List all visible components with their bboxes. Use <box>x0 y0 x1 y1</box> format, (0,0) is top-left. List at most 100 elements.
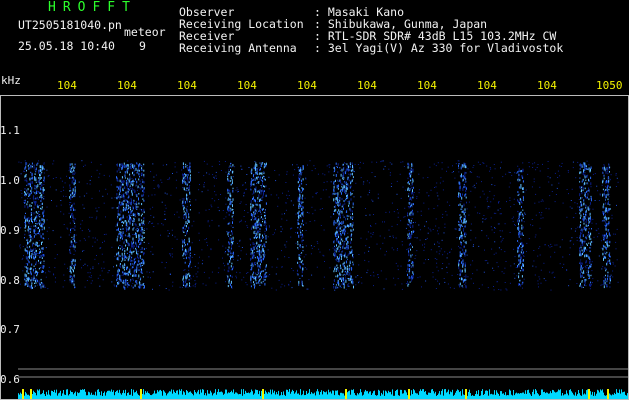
signal-pixel <box>334 279 335 282</box>
signal-pixel <box>580 164 582 168</box>
noise-pixel <box>348 282 350 284</box>
noise-pixel <box>111 281 113 283</box>
signal-pixel <box>74 179 76 183</box>
signal-pixel <box>43 188 45 191</box>
signal-pixel <box>462 279 464 283</box>
noise-pixel <box>174 162 176 164</box>
noise-pixel <box>530 224 531 226</box>
signal-pixel <box>602 234 604 237</box>
noise-pixel <box>213 185 215 187</box>
signal-pixel <box>35 255 37 259</box>
signal-pixel <box>187 230 188 232</box>
signal-pixel <box>518 222 519 226</box>
signal-pixel <box>35 219 37 222</box>
signal-pixel <box>464 233 465 236</box>
signal-pixel <box>581 180 583 183</box>
signal-pixel <box>605 246 607 250</box>
signal-pixel <box>183 214 185 217</box>
signal-pixel <box>585 204 587 207</box>
signal-pixel <box>130 214 132 216</box>
signal-pixel <box>585 228 587 232</box>
signal-pixel <box>298 207 300 209</box>
signal-pixel <box>465 282 467 284</box>
signal-pixel <box>609 279 611 282</box>
noise-pixel <box>312 196 314 198</box>
noise-pixel <box>330 216 332 218</box>
noise-pixel <box>172 234 173 236</box>
noise-pixel <box>374 176 376 178</box>
signal-pixel <box>589 250 591 253</box>
noise-pixel <box>167 235 169 237</box>
signal-pixel <box>143 220 145 222</box>
noise-pixel <box>240 250 242 252</box>
signal-pixel <box>257 173 259 175</box>
signal-pixel <box>344 268 346 270</box>
signal-pixel <box>133 250 135 252</box>
noise-pixel <box>239 221 240 223</box>
noise-pixel <box>222 210 224 211</box>
signal-pixel <box>350 169 352 172</box>
noise-pixel <box>86 192 88 194</box>
signal-pixel <box>230 210 231 213</box>
noise-pixel <box>305 230 307 231</box>
signal-pixel <box>259 169 261 171</box>
signal-pixel <box>347 284 349 287</box>
noise-pixel <box>397 269 399 271</box>
signal-pixel <box>521 248 523 251</box>
signal-pixel <box>136 207 138 210</box>
noise-pixel <box>586 160 588 162</box>
signal-pixel <box>579 269 581 272</box>
noise-pixel <box>440 177 442 179</box>
noise-pixel <box>550 256 552 258</box>
noise-pixel <box>218 199 220 200</box>
signal-pixel <box>257 250 259 252</box>
signal-pixel <box>40 177 42 179</box>
signal-pixel <box>255 210 257 212</box>
noise-pixel <box>91 176 92 178</box>
signal-pixel <box>579 250 581 253</box>
noise-pixel <box>64 280 66 282</box>
noise-pixel <box>304 197 306 199</box>
signal-pixel <box>607 184 609 187</box>
noise-pixel <box>599 193 601 195</box>
signal-pixel <box>126 252 128 254</box>
signal-pixel <box>27 228 29 232</box>
signal-pixel <box>605 221 607 224</box>
noise-pixel <box>310 253 312 255</box>
signal-pixel <box>412 224 414 228</box>
noise-pixel <box>54 257 56 259</box>
signal-pixel <box>189 163 191 166</box>
noise-pixel <box>424 243 426 245</box>
signal-pixel <box>259 204 261 208</box>
noise-pixel <box>224 252 226 254</box>
signal-pixel <box>182 187 184 189</box>
noise-pixel <box>513 273 515 275</box>
noise-pixel <box>532 167 534 168</box>
noise-pixel <box>65 196 67 197</box>
signal-pixel <box>183 197 185 201</box>
signal-pixel <box>256 256 258 259</box>
noise-pixel <box>222 257 223 259</box>
signal-pixel <box>250 213 252 216</box>
signal-pixel <box>258 283 260 285</box>
signal-pixel <box>583 272 585 274</box>
signal-pixel <box>586 244 588 246</box>
signal-pixel <box>119 214 121 216</box>
noise-pixel <box>615 173 617 174</box>
signal-pixel <box>522 196 524 199</box>
signal-pixel <box>352 206 354 208</box>
noise-pixel <box>260 243 262 245</box>
noise-pixel <box>223 262 224 264</box>
signal-pixel <box>264 185 266 188</box>
noise-pixel <box>223 269 225 271</box>
noise-pixel <box>206 238 207 240</box>
signal-pixel <box>34 268 36 270</box>
signal-pixel <box>123 285 125 289</box>
signal-pixel <box>604 278 606 281</box>
noise-pixel <box>95 207 97 209</box>
signal-pixel <box>460 255 461 257</box>
signal-pixel <box>117 282 118 284</box>
signal-pixel <box>116 278 118 282</box>
signal-pixel <box>30 285 32 289</box>
signal-pixel <box>347 246 349 250</box>
